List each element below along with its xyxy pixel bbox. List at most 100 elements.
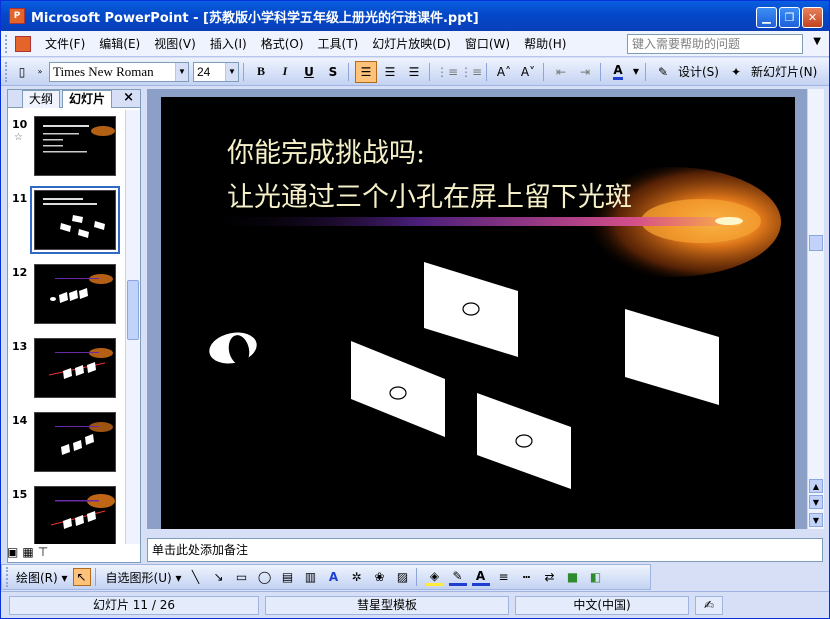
slide-thumbnail-13[interactable]: 13 <box>8 336 126 400</box>
restore-button[interactable]: ❐ <box>779 7 800 28</box>
toolbar-grip[interactable] <box>5 61 9 82</box>
diagram-icon[interactable]: ✲ <box>348 568 366 586</box>
slide-thumbnail-11[interactable]: 11 <box>8 186 126 254</box>
card-with-hole-3[interactable] <box>477 393 571 489</box>
notes-input[interactable]: 单击此处添加备注 <box>147 538 823 562</box>
menu-help[interactable]: 帮助(H) <box>524 35 566 52</box>
menu-file[interactable]: 文件(F) <box>45 35 85 52</box>
toolbar-grip[interactable] <box>6 567 10 587</box>
wordart-icon[interactable]: A <box>325 568 343 586</box>
slide-title-line-1[interactable]: 你能完成挑战吗: <box>227 131 425 170</box>
menu-tools[interactable]: 工具(T) <box>318 35 359 52</box>
slide-thumbnail-10[interactable]: 10 ☆ <box>8 114 126 178</box>
3d-style-icon[interactable]: ◧ <box>587 568 605 586</box>
document-icon[interactable] <box>15 35 31 52</box>
thumbnail-graphic <box>50 494 115 529</box>
slide-thumbnail-12[interactable]: 12 <box>8 262 126 326</box>
animation-star-icon: ☆ <box>14 132 23 143</box>
bold-button[interactable]: B <box>250 61 272 83</box>
chevron-down-icon[interactable]: ▼ <box>225 62 238 81</box>
line-style-icon[interactable]: ≡ <box>495 568 513 586</box>
draw-menu-button[interactable]: 绘图(R) ▾ <box>16 569 68 586</box>
card-with-hole-2[interactable] <box>351 341 445 437</box>
slide-sorter-view-icon[interactable]: ▦ <box>22 545 33 559</box>
new-slide-button[interactable]: 新幻灯片(N) <box>751 63 817 80</box>
slide-title-line-2[interactable]: 让光通过三个小孔在屏上留下光斑 <box>227 175 632 214</box>
scroll-down-icon[interactable]: ▼ <box>809 513 823 527</box>
italic-button[interactable]: I <box>274 61 296 83</box>
pane-close-icon[interactable]: × <box>123 90 134 105</box>
tab-outline[interactable]: 大纲 <box>22 90 61 108</box>
arrow-icon[interactable]: ↘ <box>210 568 228 586</box>
line-icon[interactable]: ╲ <box>187 568 205 586</box>
picture-icon[interactable]: ▨ <box>394 568 412 586</box>
menu-edit[interactable]: 编辑(E) <box>99 35 140 52</box>
vertical-textbox-icon[interactable]: ▥ <box>302 568 320 586</box>
scrollbar-thumb[interactable] <box>127 280 139 340</box>
slides-pane-scrollbar[interactable] <box>125 110 140 544</box>
autoshapes-button[interactable]: 自选图形(U) ▾ <box>106 569 182 586</box>
shadow-button[interactable]: S <box>322 61 344 83</box>
menu-format[interactable]: 格式(O) <box>261 35 304 52</box>
dash-style-icon[interactable]: ┅ <box>518 568 536 586</box>
help-dropdown-icon[interactable]: ▼ <box>813 36 821 47</box>
normal-view-icon[interactable]: ▣ <box>7 545 18 559</box>
decrease-indent-button[interactable]: ⇤ <box>550 61 572 83</box>
slide-position-status: 幻灯片 11 / 26 <box>9 595 259 615</box>
screen-card[interactable] <box>625 309 719 405</box>
font-color-dropdown[interactable]: ▼ <box>631 61 641 83</box>
decrease-font-button[interactable]: A˅ <box>517 61 539 83</box>
minimize-button[interactable]: ▁ <box>756 7 777 28</box>
menu-slideshow[interactable]: 幻灯片放映(D) <box>372 35 451 52</box>
slide-vertical-scrollbar[interactable]: ▲ ▼ ▼ <box>807 89 824 529</box>
slideshow-view-icon[interactable]: ⊤ <box>38 545 48 559</box>
align-right-icon: ☰ <box>408 64 420 79</box>
slide-thumbnail-15[interactable]: 15 <box>8 484 126 544</box>
oval-icon[interactable]: ◯ <box>256 568 274 586</box>
scrollbar-thumb[interactable] <box>809 235 823 251</box>
font-name-select[interactable]: Times New Roman ▼ <box>49 61 189 82</box>
menu-grip[interactable] <box>5 34 9 53</box>
new-slide-icon[interactable]: ✦ <box>725 61 747 83</box>
font-size-select[interactable]: 24 ▼ <box>193 61 239 82</box>
slide-thumbnail-14[interactable]: 14 <box>8 410 126 474</box>
increase-indent-button[interactable]: ⇥ <box>574 61 596 83</box>
toolbar-options-icon[interactable]: » <box>35 61 45 83</box>
font-color-button[interactable]: A <box>607 61 629 83</box>
next-slide-icon[interactable]: ▼ <box>809 495 823 509</box>
current-slide[interactable]: 你能完成挑战吗: 让光通过三个小孔在屏上留下光斑 <box>161 97 795 529</box>
rectangle-icon[interactable]: ▭ <box>233 568 251 586</box>
font-color-icon[interactable]: A <box>471 568 490 586</box>
slide-preview <box>34 486 116 544</box>
align-center-button[interactable]: ☰ <box>379 61 401 83</box>
previous-slide-icon[interactable]: ▲ <box>809 479 823 493</box>
align-right-button[interactable]: ☰ <box>403 61 425 83</box>
design-button[interactable]: 设计(S) <box>678 63 719 80</box>
select-pointer-icon[interactable]: ↖ <box>72 568 91 586</box>
shadow-style-icon[interactable]: ■ <box>564 568 582 586</box>
underline-button[interactable]: U <box>298 61 320 83</box>
fill-color-icon[interactable]: ◈ <box>425 568 444 586</box>
bullets-button[interactable]: ⋮≡ <box>460 61 482 83</box>
menu-insert[interactable]: 插入(I) <box>210 35 247 52</box>
help-search-input[interactable]: 键入需要帮助的问题 <box>627 34 803 54</box>
menu-view[interactable]: 视图(V) <box>154 35 196 52</box>
arrow-style-icon[interactable]: ⇄ <box>541 568 559 586</box>
textbox-icon[interactable]: ▤ <box>279 568 297 586</box>
card-with-hole-1[interactable] <box>424 262 518 357</box>
slide-preview <box>34 264 116 324</box>
new-document-icon[interactable]: ▯ <box>11 61 33 83</box>
powerpoint-icon[interactable]: P <box>9 8 25 24</box>
menu-window[interactable]: 窗口(W) <box>465 35 510 52</box>
numbering-button[interactable]: ⋮≡ <box>436 61 458 83</box>
tab-slides[interactable]: 幻灯片 <box>62 90 113 108</box>
align-left-button[interactable]: ☰ <box>355 60 377 83</box>
design-icon[interactable]: ✎ <box>652 61 674 83</box>
line-color-icon[interactable]: ✎ <box>448 568 467 586</box>
close-button[interactable]: ✕ <box>802 7 823 28</box>
close-icon: ✕ <box>807 11 818 24</box>
spelling-check-icon[interactable]: ✍ <box>695 595 723 615</box>
clipart-icon[interactable]: ❀ <box>371 568 389 586</box>
chevron-down-icon[interactable]: ▼ <box>175 62 188 81</box>
increase-font-button[interactable]: A˄ <box>493 61 515 83</box>
